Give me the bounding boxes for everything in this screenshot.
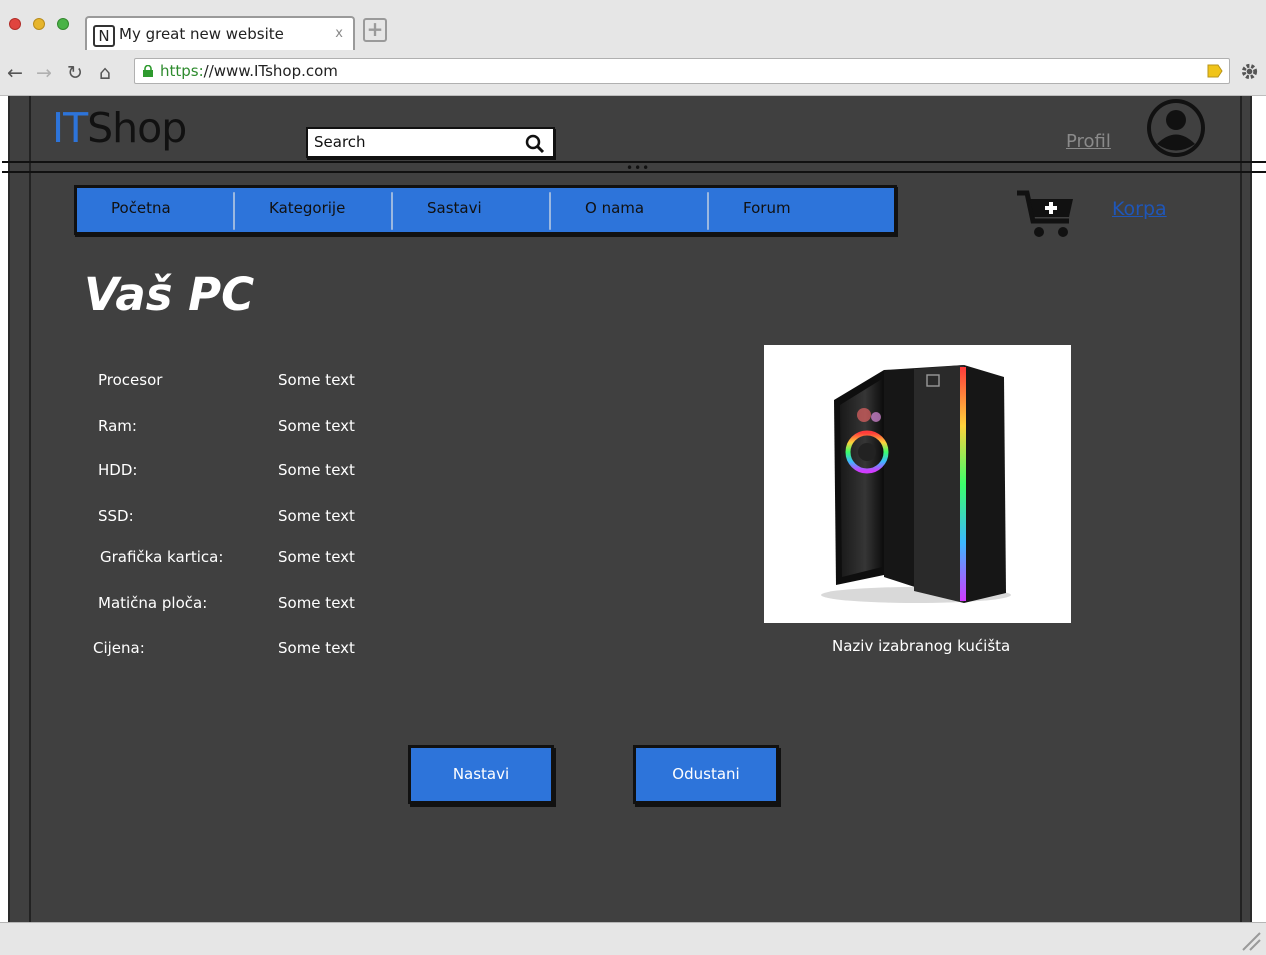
bookmark-icon[interactable]: [1207, 63, 1223, 79]
spec-value-graficka: Some text: [278, 548, 355, 566]
url-text: https://www.ITshop.com: [160, 62, 338, 80]
left-border-line: [29, 96, 31, 922]
case-image: [764, 345, 1071, 623]
spec-label-ssd: SSD:: [98, 507, 134, 525]
right-border-line: [1240, 96, 1242, 922]
spec-label-ram: Ram:: [98, 417, 137, 435]
search-input[interactable]: [314, 133, 514, 151]
lock-icon: [143, 65, 153, 77]
profile-link[interactable]: Profil: [1066, 131, 1111, 152]
spec-value-cijena: Some text: [278, 639, 355, 657]
case-caption: Naziv izabranog kućišta: [832, 637, 1011, 655]
new-tab-button[interactable]: +: [363, 18, 387, 42]
forward-icon[interactable]: →: [36, 62, 52, 84]
page-content: ITShop Profil ••• Početna Kategorije Sas…: [2, 96, 1266, 922]
minimize-window-button[interactable]: [33, 18, 45, 30]
ellipsis-icon: •••: [626, 161, 651, 175]
browser-status-bar: [0, 922, 1266, 955]
spec-label-maticna: Matična ploča:: [98, 594, 208, 612]
reload-icon[interactable]: ↻: [67, 62, 83, 84]
pc-case-illustration: [821, 365, 1011, 603]
search-box: [306, 127, 555, 158]
close-window-button[interactable]: [9, 18, 21, 30]
spec-value-maticna: Some text: [278, 594, 355, 612]
back-icon[interactable]: ←: [7, 62, 23, 84]
cart-link[interactable]: Korpa: [1112, 198, 1167, 220]
page-title: Vaš PC: [84, 268, 255, 321]
search-icon[interactable]: [525, 134, 545, 154]
continue-button[interactable]: Nastavi: [408, 745, 554, 804]
tab-title: My great new website: [119, 25, 284, 43]
spec-value-ssd: Some text: [278, 507, 355, 525]
address-bar[interactable]: https://www.ITshop.com: [134, 58, 1230, 84]
nav-item-o-nama[interactable]: O nama: [551, 188, 709, 232]
spec-value-procesor: Some text: [278, 371, 355, 389]
spec-label-cijena: Cijena:: [93, 639, 145, 657]
maximize-window-button[interactable]: [57, 18, 69, 30]
site-favicon-icon: N: [93, 25, 115, 47]
browser-toolbar: N My great new website x + ← → ↻ ⌂ https…: [0, 0, 1266, 96]
nav-item-kategorije[interactable]: Kategorije: [235, 188, 393, 232]
gear-icon[interactable]: [1240, 62, 1259, 81]
spec-value-ram: Some text: [278, 417, 355, 435]
spec-value-hdd: Some text: [278, 461, 355, 479]
tab-close-button[interactable]: x: [335, 26, 343, 41]
browser-tab[interactable]: N My great new website x: [85, 16, 355, 50]
spec-label-procesor: Procesor: [98, 371, 163, 389]
cart-add-icon[interactable]: [1015, 187, 1077, 239]
main-nav-bar: Početna Kategorije Sastavi O nama Forum: [74, 185, 897, 235]
site-logo[interactable]: ITShop: [52, 104, 187, 152]
spec-label-graficka: Grafička kartica:: [100, 548, 224, 566]
nav-item-pocetna[interactable]: Početna: [77, 188, 235, 232]
avatar-icon[interactable]: [1145, 97, 1207, 159]
home-icon[interactable]: ⌂: [99, 62, 111, 84]
nav-item-sastavi[interactable]: Sastavi: [393, 188, 551, 232]
cancel-button[interactable]: Odustani: [633, 745, 779, 804]
resize-icon[interactable]: [1240, 930, 1262, 952]
nav-item-forum[interactable]: Forum: [709, 188, 867, 232]
spec-label-hdd: HDD:: [98, 461, 138, 479]
